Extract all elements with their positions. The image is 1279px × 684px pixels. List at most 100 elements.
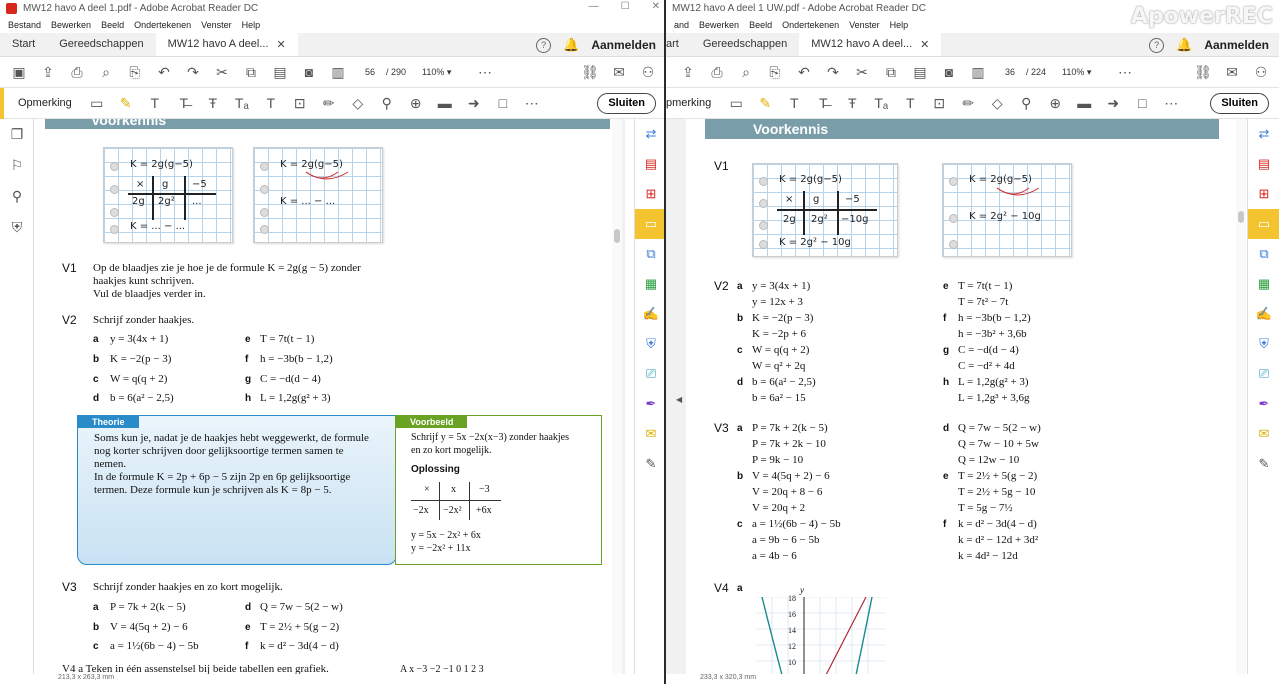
stamp-icon[interactable]: ⚲ xyxy=(1016,93,1036,113)
sticky-note-icon[interactable]: ▭ xyxy=(87,93,107,113)
insert-text-icon[interactable]: Tₐ xyxy=(871,93,891,113)
zoom-search-icon[interactable]: ⌕ xyxy=(736,62,756,82)
organize-pages-icon[interactable]: ▤ xyxy=(1248,149,1279,179)
insert-text-icon[interactable]: Tₐ xyxy=(232,93,252,113)
scan-icon[interactable]: ⎚ xyxy=(1248,359,1279,389)
attach-icon[interactable]: ⊕ xyxy=(406,93,426,113)
pencil-icon[interactable]: ✏ xyxy=(319,93,339,113)
sign-in-button[interactable]: Aanmelden xyxy=(591,38,656,52)
read-mode-icon[interactable]: ▥ xyxy=(328,62,348,82)
create-pdf-icon[interactable]: ⊞ xyxy=(635,179,666,209)
sign-in-button[interactable]: Aanmelden xyxy=(1204,38,1269,52)
export-pdf-icon[interactable]: ⇄ xyxy=(1248,119,1279,149)
tab-document[interactable]: MW12 havo A deel... ✕ xyxy=(155,32,298,56)
upload-icon[interactable]: ⇪ xyxy=(38,62,58,82)
page-number-input[interactable]: 36 xyxy=(998,64,1022,80)
help-icon[interactable]: ? xyxy=(536,37,552,53)
more-tools-icon[interactable]: ⋯ xyxy=(522,93,542,113)
text-box-icon[interactable]: ⊡ xyxy=(290,93,310,113)
more-tools-icon[interactable]: ⋯ xyxy=(1161,93,1181,113)
mail-icon[interactable]: ✉ xyxy=(1222,62,1242,82)
request-signature-icon[interactable]: ✒ xyxy=(1248,389,1279,419)
document-viewport[interactable]: ◀ Voorkennis V1 K = 2g(g−5) × g −5 2g 2g… xyxy=(666,119,1246,674)
paste-icon[interactable]: ▤ xyxy=(910,62,930,82)
bell-icon[interactable]: 🔔 xyxy=(563,37,579,53)
menu-bestand[interactable]: Bestand xyxy=(8,20,41,30)
request-signature-icon[interactable]: ✒ xyxy=(635,389,666,419)
link-icon[interactable]: ⛓ xyxy=(1193,62,1213,82)
menu-beeld[interactable]: Beeld xyxy=(749,20,772,30)
print-icon[interactable]: ⎙ xyxy=(67,62,87,82)
cut-icon[interactable]: ✂ xyxy=(852,62,872,82)
zoom-select[interactable]: 110% ▾ xyxy=(1062,64,1106,80)
highlight-icon[interactable]: ✎ xyxy=(116,93,136,113)
close-comment-button[interactable]: Sluiten xyxy=(1210,93,1269,114)
add-text-icon[interactable]: T xyxy=(261,93,281,113)
line-icon[interactable]: ▬ xyxy=(1074,93,1094,113)
sticky-note-icon[interactable]: ▭ xyxy=(726,93,746,113)
help-icon[interactable]: ? xyxy=(1149,37,1165,53)
combine-files-icon[interactable]: ⧉ xyxy=(1248,239,1279,269)
protect-icon[interactable]: ⛨ xyxy=(635,329,666,359)
menu-help[interactable]: Help xyxy=(242,20,261,30)
scroll-thumb[interactable] xyxy=(614,229,620,243)
more-icon[interactable]: ⋯ xyxy=(1115,62,1135,82)
comment-tool-icon[interactable]: ▭ xyxy=(635,209,666,239)
eraser-icon[interactable]: ◇ xyxy=(348,93,368,113)
add-text-icon[interactable]: T xyxy=(900,93,920,113)
redo-icon[interactable]: ↷ xyxy=(183,62,203,82)
undo-icon[interactable]: ↶ xyxy=(154,62,174,82)
minimize-icon[interactable]: — xyxy=(589,1,599,12)
text-underline-icon[interactable]: T xyxy=(145,93,165,113)
zoom-search-icon[interactable]: ⌕ xyxy=(96,62,116,82)
find-icon[interactable]: ⎘ xyxy=(765,62,785,82)
close-tab-icon[interactable]: ✕ xyxy=(920,38,929,51)
tab-start[interactable]: art xyxy=(666,32,691,56)
organize-pages-icon[interactable]: ▤ xyxy=(635,149,666,179)
export-excel-icon[interactable]: ▦ xyxy=(1248,269,1279,299)
close-comment-button[interactable]: Sluiten xyxy=(597,93,656,114)
vertical-scrollbar[interactable] xyxy=(1236,119,1246,674)
strikethrough-icon[interactable]: T̶ xyxy=(174,93,194,113)
send-for-review-icon[interactable]: ✉ xyxy=(1248,419,1279,449)
snapshot-icon[interactable]: ◙ xyxy=(299,62,319,82)
link-icon[interactable]: ⛓ xyxy=(580,62,600,82)
attach-icon[interactable]: ⊕ xyxy=(1045,93,1065,113)
share-user-icon[interactable]: ⚇ xyxy=(1251,62,1271,82)
cut-icon[interactable]: ✂ xyxy=(212,62,232,82)
maximize-icon[interactable]: ☐ xyxy=(621,1,630,12)
undo-icon[interactable]: ↶ xyxy=(794,62,814,82)
close-tab-icon[interactable]: ✕ xyxy=(277,38,286,51)
mail-icon[interactable]: ✉ xyxy=(609,62,629,82)
more-tools-rail-icon[interactable]: ✎ xyxy=(1248,449,1279,479)
replace-text-icon[interactable]: Ŧ xyxy=(203,93,223,113)
eraser-icon[interactable]: ◇ xyxy=(987,93,1007,113)
copy-icon[interactable]: ⧉ xyxy=(241,62,261,82)
menu-help[interactable]: Help xyxy=(890,20,909,30)
more-icon[interactable]: ⋯ xyxy=(475,62,495,82)
page-number-input[interactable]: 56 xyxy=(358,64,382,80)
menu-bewerken[interactable]: Bewerken xyxy=(51,20,91,30)
combine-files-icon[interactable]: ⧉ xyxy=(635,239,666,269)
tab-document[interactable]: MW12 havo A deel... ✕ xyxy=(799,32,942,56)
rectangle-icon[interactable]: □ xyxy=(1132,93,1152,113)
bell-icon[interactable]: 🔔 xyxy=(1176,37,1192,53)
bookmark-icon[interactable]: ⚐ xyxy=(0,150,34,181)
scroll-thumb[interactable] xyxy=(1238,211,1244,223)
close-window-icon[interactable]: ✕ xyxy=(652,1,660,12)
share-user-icon[interactable]: ⚇ xyxy=(638,62,658,82)
copy-icon[interactable]: ⧉ xyxy=(881,62,901,82)
export-excel-icon[interactable]: ▦ xyxy=(635,269,666,299)
text-underline-icon[interactable]: T xyxy=(784,93,804,113)
more-tools-rail-icon[interactable]: ✎ xyxy=(635,449,666,479)
tab-start[interactable]: Start xyxy=(0,32,47,56)
menu-bestand[interactable]: and xyxy=(674,20,689,30)
line-icon[interactable]: ▬ xyxy=(435,93,455,113)
send-for-review-icon[interactable]: ✉ xyxy=(635,419,666,449)
menu-ondertekenen[interactable]: Ondertekenen xyxy=(782,20,839,30)
arrow-icon[interactable]: ➜ xyxy=(464,93,484,113)
menu-venster[interactable]: Venster xyxy=(201,20,232,30)
snapshot-icon[interactable]: ◙ xyxy=(939,62,959,82)
tab-tools[interactable]: Gereedschappen xyxy=(47,32,155,56)
save-icon[interactable]: ▣ xyxy=(9,62,29,82)
